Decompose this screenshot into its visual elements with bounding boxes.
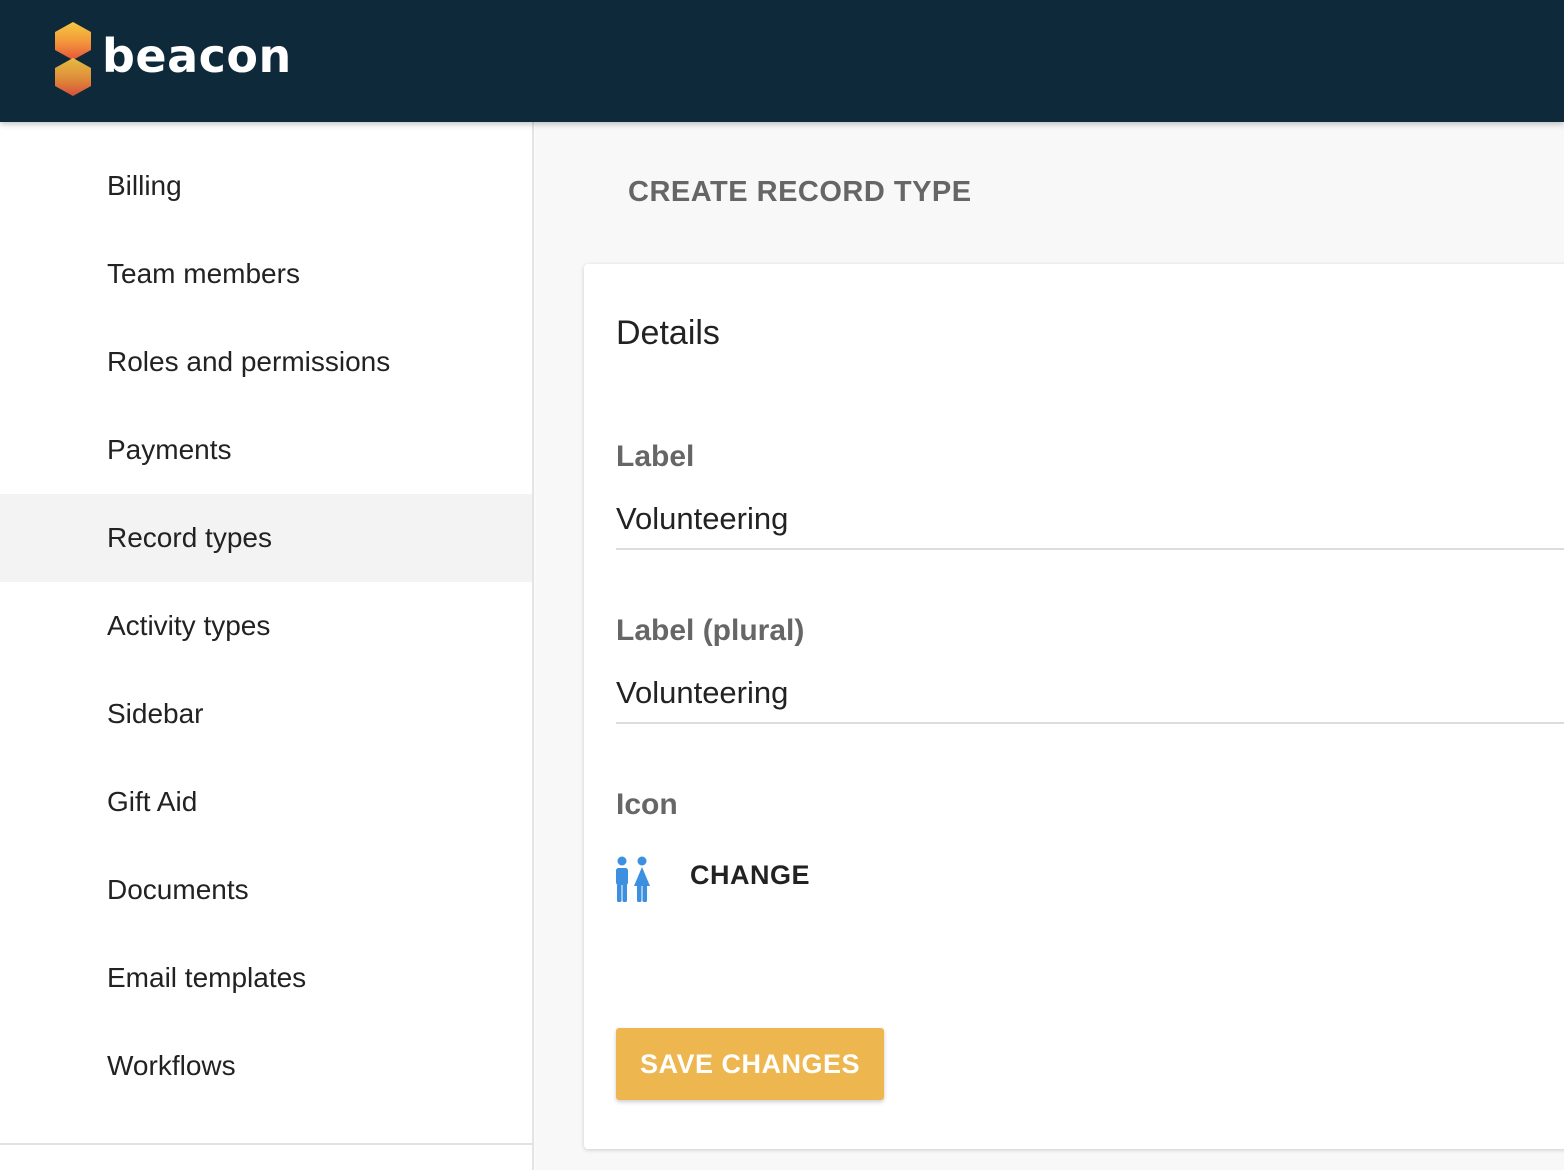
card-title: Details: [616, 314, 720, 352]
sidebar-item-workflows[interactable]: Workflows: [0, 1022, 532, 1110]
top-bar: beacon: [0, 0, 1564, 122]
sidebar-item-record-types[interactable]: Record types: [0, 494, 532, 582]
change-icon-button[interactable]: CHANGE: [690, 860, 810, 891]
label-plural-input[interactable]: [616, 664, 1564, 724]
sidebar-item-label: Gift Aid: [107, 786, 198, 817]
sidebar-item-label: Team members: [107, 258, 300, 289]
beacon-logo[interactable]: beacon: [52, 18, 292, 102]
sidebar-nav: Billing Team members Roles and permissions…: [0, 142, 532, 1110]
sidebar-item-label: Billing: [107, 170, 182, 201]
label-input[interactable]: [616, 490, 1564, 550]
sidebar-item-label: Activity types: [107, 610, 271, 641]
sidebar-item-billing[interactable]: Billing: [0, 142, 532, 230]
page-title: CREATE RECORD TYPE: [628, 176, 972, 208]
save-changes-button[interactable]: SAVE CHANGES: [616, 1028, 884, 1100]
label-field-label: Label: [616, 440, 695, 473]
settings-sidebar: Billing Team members Roles and permissions…: [0, 122, 534, 1170]
sidebar-item-activity-types[interactable]: Activity types: [0, 582, 532, 670]
label-plural-field-label: Label (plural): [616, 614, 805, 647]
sidebar-divider: [0, 1143, 534, 1145]
icon-field-label: Icon: [616, 788, 678, 821]
sidebar-item-label: Payments: [107, 434, 232, 465]
beacon-logo-icon: [55, 22, 91, 96]
sidebar-item-label: Email templates: [107, 962, 307, 993]
sidebar-item-label: Sidebar: [107, 698, 204, 729]
sidebar-item-team-members[interactable]: Team members: [0, 230, 532, 318]
people-icon: [616, 856, 650, 902]
app-name: beacon: [102, 29, 292, 83]
sidebar-item-roles-and-permissions[interactable]: Roles and permissions: [0, 318, 532, 406]
sidebar-item-gift-aid[interactable]: Gift Aid: [0, 758, 532, 846]
sidebar-item-label: Record types: [107, 522, 272, 553]
sidebar-item-label: Documents: [107, 874, 249, 905]
sidebar-item-documents[interactable]: Documents: [0, 846, 532, 934]
main-content: CREATE RECORD TYPE Details Label Label (…: [536, 122, 1564, 1170]
details-card: Details Label Label (plural) Icon CHANGE…: [584, 264, 1564, 1149]
sidebar-item-payments[interactable]: Payments: [0, 406, 532, 494]
sidebar-item-sidebar[interactable]: Sidebar: [0, 670, 532, 758]
sidebar-item-label: Workflows: [107, 1050, 236, 1081]
sidebar-item-label: Roles and permissions: [107, 346, 391, 377]
sidebar-item-email-templates[interactable]: Email templates: [0, 934, 532, 1022]
